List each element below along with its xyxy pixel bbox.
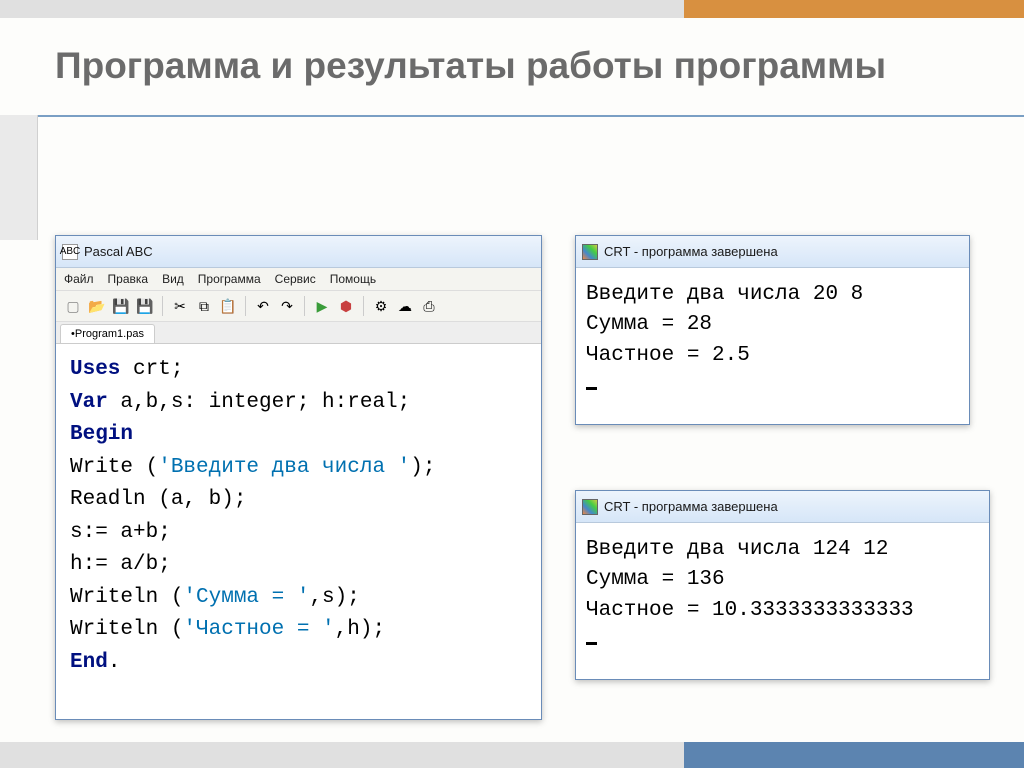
banner-blue [684, 742, 1024, 768]
code-line: Writeln ('Частное = ',h); [70, 614, 527, 647]
output-line: Введите два числа 124 12 [586, 535, 979, 565]
banner-orange [684, 0, 1024, 18]
stop-icon[interactable]: ⬢ [335, 295, 357, 317]
output-line: Частное = 10.3333333333333 [586, 596, 979, 626]
tabbar: •Program1.pas [56, 322, 541, 344]
save-all-icon[interactable]: 💾 [134, 295, 156, 317]
toolbar: ▢ 📂 💾 💾 ✂ ⧉ 📋 ↶ ↷ ▶ ⬢ ⚙ ☁ ⎙ [56, 291, 541, 322]
crt2-title: CRT - программа завершена [604, 499, 778, 514]
slide-title: Программа и результаты работы программы [55, 45, 886, 87]
code-line: s:= a+b; [70, 517, 527, 550]
run-icon[interactable]: ▶ [311, 295, 333, 317]
undo-icon[interactable]: ↶ [252, 295, 274, 317]
crt1-titlebar[interactable]: CRT - программа завершена [576, 236, 969, 268]
crt-icon [582, 499, 598, 515]
tab-program1[interactable]: •Program1.pas [60, 324, 155, 343]
code-line: Write ('Введите два числа '); [70, 452, 527, 485]
crt2-output: Введите два числа 124 12 Сумма = 136 Час… [576, 523, 989, 669]
crt-icon [582, 244, 598, 260]
copy-icon[interactable]: ⧉ [193, 295, 215, 317]
toolbar-separator [304, 296, 305, 316]
crt2-titlebar[interactable]: CRT - программа завершена [576, 491, 989, 523]
crt-window-2: CRT - программа завершена Введите два чи… [575, 490, 990, 680]
text-cursor [586, 642, 597, 645]
output-line: Сумма = 136 [586, 565, 979, 595]
accent-line [38, 115, 1024, 117]
toolbar-separator [245, 296, 246, 316]
output-line: Сумма = 28 [586, 310, 959, 340]
pascal-app-icon: ABC [62, 244, 78, 260]
code-line: End. [70, 647, 527, 680]
toolbar-separator [363, 296, 364, 316]
menu-program[interactable]: Программа [198, 272, 261, 286]
menu-service[interactable]: Сервис [275, 272, 316, 286]
pascal-window: ABC Pascal ABC Файл Правка Вид Программа… [55, 235, 542, 720]
pascal-app-title: Pascal ABC [84, 244, 153, 259]
output-line: Частное = 2.5 [586, 341, 959, 371]
accent-sidebar [0, 115, 38, 240]
banner-grey [0, 0, 684, 18]
menubar: Файл Правка Вид Программа Сервис Помощь [56, 268, 541, 291]
code-line: Readln (a, b); [70, 484, 527, 517]
slide-top-banner [0, 0, 1024, 18]
menu-help[interactable]: Помощь [330, 272, 376, 286]
code-line: Begin [70, 419, 527, 452]
tool-icon[interactable]: ⎙ [418, 295, 440, 317]
open-file-icon[interactable]: 📂 [86, 295, 108, 317]
text-cursor [586, 387, 597, 390]
menu-view[interactable]: Вид [162, 272, 184, 286]
slide-bottom-banner [0, 742, 1024, 768]
pascal-titlebar[interactable]: ABC Pascal ABC [56, 236, 541, 268]
code-line: Var a,b,s: integer; h:real; [70, 387, 527, 420]
output-line: Введите два числа 20 8 [586, 280, 959, 310]
toolbar-separator [162, 296, 163, 316]
code-line: Writeln ('Сумма = ',s); [70, 582, 527, 615]
code-line: h:= a/b; [70, 549, 527, 582]
new-file-icon[interactable]: ▢ [62, 295, 84, 317]
redo-icon[interactable]: ↷ [276, 295, 298, 317]
paste-icon[interactable]: 📋 [217, 295, 239, 317]
menu-edit[interactable]: Правка [108, 272, 149, 286]
crt1-title: CRT - программа завершена [604, 244, 778, 259]
code-line: Uses crt; [70, 354, 527, 387]
crt-window-1: CRT - программа завершена Введите два чи… [575, 235, 970, 425]
menu-file[interactable]: Файл [64, 272, 94, 286]
tool-icon[interactable]: ☁ [394, 295, 416, 317]
save-icon[interactable]: 💾 [110, 295, 132, 317]
cut-icon[interactable]: ✂ [169, 295, 191, 317]
code-editor[interactable]: Uses crt; Var a,b,s: integer; h:real; Be… [56, 344, 541, 689]
tool-icon[interactable]: ⚙ [370, 295, 392, 317]
crt1-output: Введите два числа 20 8 Сумма = 28 Частно… [576, 268, 969, 414]
